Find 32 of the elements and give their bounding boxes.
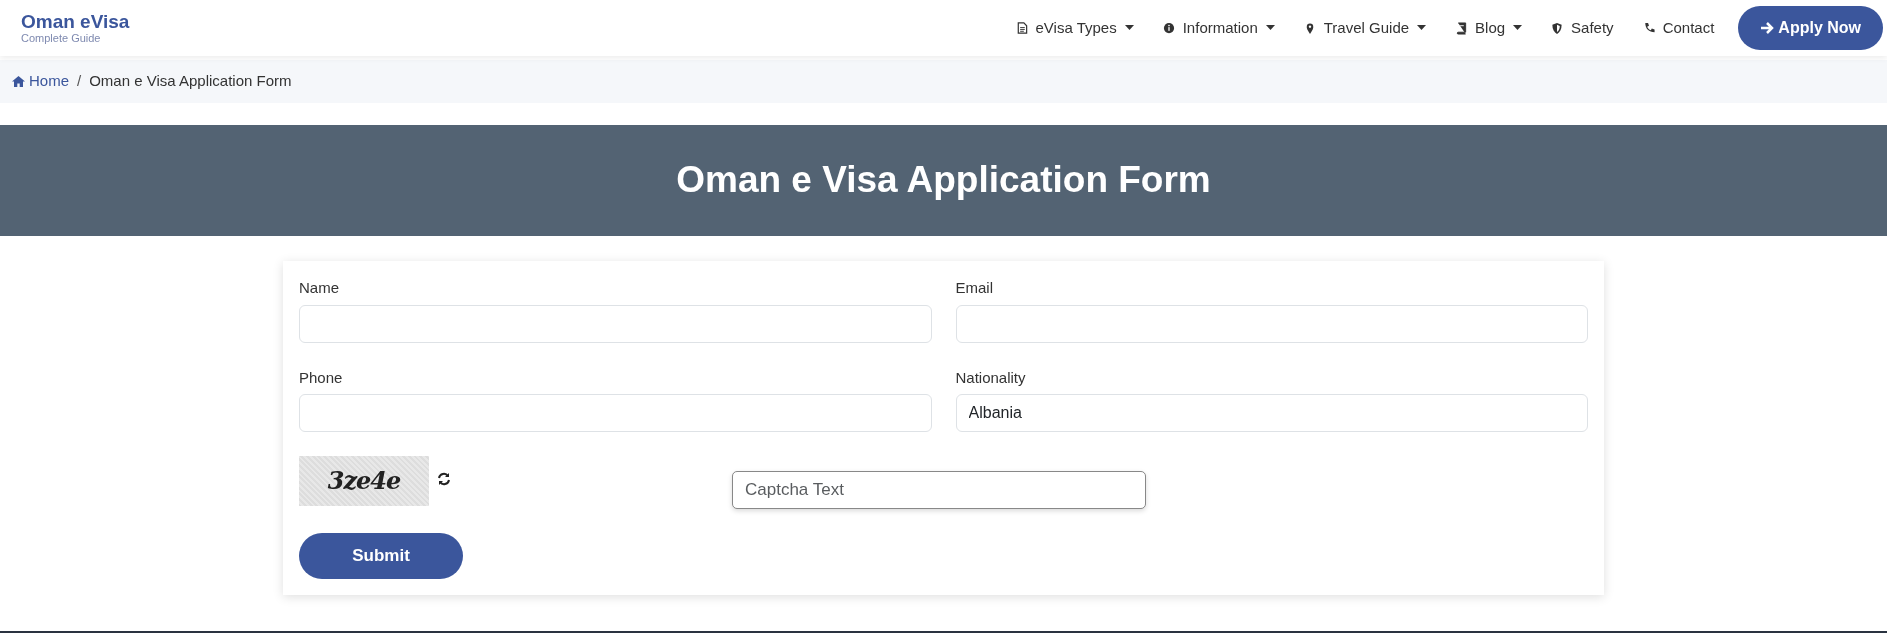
nav-link[interactable]: Information	[1162, 16, 1275, 40]
input-field[interactable]	[299, 394, 932, 432]
page-title: Oman e Visa Application Form	[676, 158, 1211, 203]
field-label: Email	[955, 278, 994, 298]
nav-link[interactable]: Travel Guide	[1303, 16, 1427, 40]
apply-now-button[interactable]: Apply Now	[1738, 6, 1883, 50]
brand-title[interactable]: Oman eVisa	[21, 12, 130, 33]
captcha-field[interactable]: Captcha Text	[732, 471, 1146, 509]
submit-button[interactable]: Submit	[299, 533, 463, 579]
input-field[interactable]	[299, 304, 932, 343]
info-icon	[1162, 21, 1175, 35]
input-field[interactable]	[955, 304, 1588, 343]
field-label: Nationality	[955, 367, 1027, 388]
home-icon	[12, 76, 25, 87]
book-icon	[1455, 21, 1468, 35]
brand-subtitle: Complete Guide	[21, 32, 102, 44]
nav-link[interactable]: Contact	[1642, 16, 1715, 40]
phone-icon	[1642, 21, 1655, 35]
breadcrumb-link[interactable]: Home	[12, 70, 69, 93]
document-icon	[1015, 21, 1028, 35]
arrow-icon	[1760, 21, 1775, 35]
input-field[interactable]: Albania	[955, 394, 1588, 432]
field-label: Name	[299, 278, 340, 298]
nav-link[interactable]: eVisa Types	[1015, 16, 1134, 40]
shield-icon	[1551, 21, 1564, 35]
refresh-icon[interactable]	[437, 472, 451, 486]
breadcrumb-current: Oman e Visa Application Form	[89, 71, 292, 92]
nav-link[interactable]: Safety	[1551, 16, 1614, 40]
nav-link[interactable]: Blog	[1455, 16, 1523, 40]
captcha-image: 3ze4e	[299, 456, 429, 506]
breadcrumb-separator: /	[77, 71, 82, 92]
field-label: Phone	[299, 367, 344, 388]
